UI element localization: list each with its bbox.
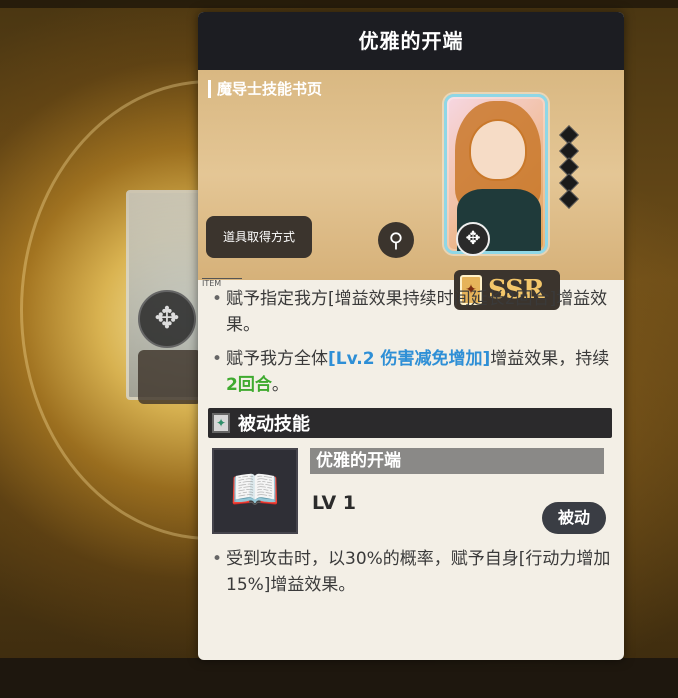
effect-line-2: 赋予我方全体[Lv.2 伤害减免增加]增益效果，持续 2回合。: [208, 346, 612, 398]
bottom-bar: [0, 658, 678, 698]
passive-skill-row: 📖 优雅的开端 LV 1 被动: [208, 444, 612, 540]
open-book-icon[interactable]: 📖: [212, 448, 298, 534]
skill-level: LV 1: [312, 492, 357, 514]
skill-type-badge: 被动: [542, 502, 606, 534]
passive-description: 受到攻击时，以30%的概率，赋予自身[行动力增加15%]增益效果。: [208, 546, 612, 598]
panel-title: 优雅的开端: [198, 12, 624, 70]
passive-description-text: 受到攻击时，以30%的概率，赋予自身[行动力增加15%]增益效果。: [226, 549, 611, 595]
item-category: 魔导士技能书页: [208, 80, 322, 98]
grade-diamonds: [556, 125, 582, 209]
effect-line-1: 赋予指定我方[增益效果持续时间延长2回合]增益效果。: [208, 286, 612, 338]
section-title: 被动技能: [238, 414, 310, 435]
skill-name: 优雅的开端: [310, 448, 604, 474]
diamond-icon: [559, 189, 579, 209]
top-bar: [0, 0, 678, 8]
obtain-method-button[interactable]: 道具取得方式: [206, 216, 312, 258]
magnifier-icon[interactable]: ⚲: [378, 222, 414, 258]
effect-suffix: 。: [271, 375, 289, 395]
class-emblem-icon: ✥: [456, 222, 490, 256]
item-detail-panel: 优雅的开端 魔导士技能书页 ✥ 道具取得方式 ⚲ ✦ SSR ITEM 赋予指定…: [198, 12, 624, 660]
background-badge: [138, 350, 202, 404]
passive-skill-header: ✦ 被动技能: [208, 408, 612, 438]
effect-prefix: 赋予我方全体: [226, 349, 328, 369]
effect-text-1: 赋予指定我方[增益效果持续时间延长2回合]增益效果。: [226, 289, 608, 335]
portrait-face: [469, 119, 527, 181]
effect-buff-highlight: [Lv.2 伤害减免增加]: [328, 349, 491, 369]
item-hero-area: 魔导士技能书页 ✥ 道具取得方式 ⚲ ✦ SSR: [198, 70, 624, 310]
skill-card-icon: ✦: [212, 413, 230, 433]
item-content[interactable]: ITEM 赋予指定我方[增益效果持续时间延长2回合]增益效果。 赋予我方全体[L…: [198, 278, 624, 598]
effect-mid: 增益效果，持续: [490, 349, 610, 369]
background-emblem-icon: ✥: [138, 290, 196, 348]
effect-turns: 2回合: [226, 375, 272, 395]
